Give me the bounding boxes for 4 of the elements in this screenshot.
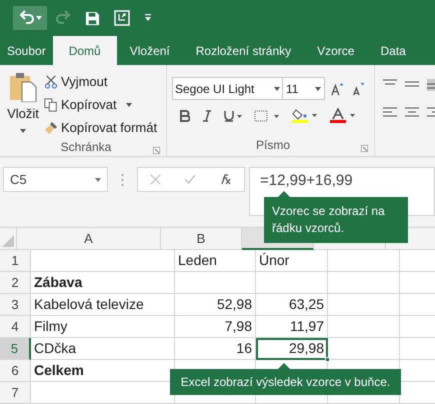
result-tooltip: Excel zobrazí výsledek vzorce v buňce. (170, 363, 401, 395)
group-label: Písmo (256, 137, 290, 154)
group-label: Schránka (60, 139, 112, 156)
formula-tooltip: Vzorec se zobrazí na řádku vzorců. (264, 191, 408, 243)
